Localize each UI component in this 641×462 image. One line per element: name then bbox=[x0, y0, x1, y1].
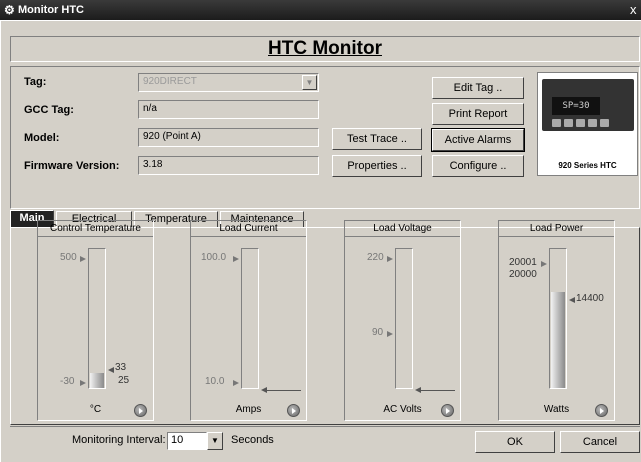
value-marker-icon bbox=[569, 297, 575, 303]
gauge-title: Load Current bbox=[191, 221, 306, 237]
gauge-track bbox=[241, 248, 259, 389]
monitoring-interval-select[interactable]: 10 bbox=[167, 432, 207, 450]
control-temperature-gauge: Control Temperature 500 -30 33 25 °C bbox=[37, 220, 154, 421]
edit-tag-button[interactable]: Edit Tag .. bbox=[432, 77, 524, 99]
gauge-mid-label: 90 bbox=[372, 327, 384, 338]
value-marker-line bbox=[421, 390, 455, 391]
tag-select[interactable]: 920DIRECT ▼ bbox=[138, 73, 319, 92]
gauge-max-label: 220 bbox=[367, 252, 384, 263]
gauge-max-value: 20000 bbox=[509, 269, 537, 280]
close-icon[interactable]: x bbox=[630, 2, 637, 17]
gauge-max-label: 500 bbox=[60, 252, 77, 263]
gauge-fill bbox=[551, 292, 565, 388]
firmware-label: Firmware Version: bbox=[24, 160, 120, 172]
gauge-track bbox=[549, 248, 567, 389]
gauge-max-label: 20001 bbox=[509, 257, 537, 268]
print-report-button[interactable]: Print Report bbox=[432, 103, 524, 125]
firmware-value: 3.18 bbox=[143, 159, 163, 170]
ok-button[interactable]: OK bbox=[475, 431, 555, 453]
max-marker-icon bbox=[541, 261, 547, 267]
load-voltage-gauge: Load Voltage 220 90 AC Volts bbox=[344, 220, 461, 421]
monitoring-interval-value: 10 bbox=[171, 434, 184, 446]
device-display: SP=30 bbox=[552, 97, 600, 115]
model-value: 920 (Point A) bbox=[143, 131, 201, 142]
gauge-title: Load Voltage bbox=[345, 221, 460, 237]
properties-button[interactable]: Properties .. bbox=[332, 155, 422, 177]
device-buttons bbox=[552, 119, 624, 127]
cancel-button[interactable]: Cancel bbox=[560, 431, 640, 453]
min-marker-icon bbox=[80, 380, 86, 386]
gcc-tag-value: n/a bbox=[143, 103, 157, 114]
gauge-detail-icon[interactable] bbox=[441, 404, 454, 417]
max-marker-icon bbox=[80, 256, 86, 262]
page-title: HTC Monitor bbox=[268, 38, 382, 59]
mid-marker-icon bbox=[387, 331, 393, 337]
device-image: SP=30 920 Series HTC bbox=[537, 72, 638, 176]
max-marker-icon bbox=[387, 256, 393, 262]
gauge-track bbox=[88, 248, 106, 389]
load-power-gauge: Load Power 20001 20000 14400 Watts bbox=[498, 220, 615, 421]
chevron-down-icon[interactable]: ▼ bbox=[207, 432, 223, 450]
model-field: 920 (Point A) bbox=[138, 128, 319, 147]
load-current-gauge: Load Current 100.0 10.0 Amps bbox=[190, 220, 307, 421]
gauge-min-label: -30 bbox=[60, 376, 75, 387]
controller-graphic: SP=30 bbox=[542, 79, 634, 131]
window-titlebar: ⚙ Monitor HTC x bbox=[0, 0, 641, 20]
configure-button[interactable]: Configure .. bbox=[432, 155, 524, 177]
gauge-track bbox=[395, 248, 413, 389]
gauge-title: Control Temperature bbox=[38, 221, 153, 237]
gauge-marker-value: 33 bbox=[115, 362, 127, 373]
app-icon: ⚙ bbox=[4, 3, 15, 17]
gauge-detail-icon[interactable] bbox=[134, 404, 147, 417]
gauge-detail-icon[interactable] bbox=[595, 404, 608, 417]
gcc-tag-label: GCC Tag: bbox=[24, 104, 74, 116]
gauge-title: Load Power bbox=[499, 221, 614, 237]
setpoint-marker-icon bbox=[108, 367, 114, 373]
tag-value: 920DIRECT bbox=[143, 76, 197, 87]
gauge-max-label: 100.0 bbox=[201, 252, 227, 263]
seconds-label: Seconds bbox=[231, 434, 274, 446]
page-title-panel: HTC Monitor bbox=[10, 36, 640, 62]
gauge-current-value: 25 bbox=[118, 375, 130, 386]
test-trace-button[interactable]: Test Trace .. bbox=[332, 128, 422, 150]
active-alarms-button[interactable]: Active Alarms bbox=[431, 128, 525, 152]
chevron-down-icon[interactable]: ▼ bbox=[302, 75, 317, 90]
tag-label: Tag: bbox=[24, 76, 47, 88]
gcc-tag-field: n/a bbox=[138, 100, 319, 119]
window-title: Monitor HTC bbox=[18, 4, 84, 16]
device-caption: 920 Series HTC bbox=[558, 161, 617, 170]
gauge-detail-icon[interactable] bbox=[287, 404, 300, 417]
max-marker-icon bbox=[233, 256, 239, 262]
firmware-field: 3.18 bbox=[138, 156, 319, 175]
value-marker-line bbox=[267, 390, 301, 391]
gauge-marker-value: 14400 bbox=[576, 293, 604, 304]
monitoring-interval-label: Monitoring Interval: bbox=[72, 434, 166, 446]
gauge-min-label: 10.0 bbox=[205, 376, 225, 387]
min-marker-icon bbox=[233, 380, 239, 386]
model-label: Model: bbox=[24, 132, 60, 144]
gauge-fill bbox=[90, 373, 104, 388]
